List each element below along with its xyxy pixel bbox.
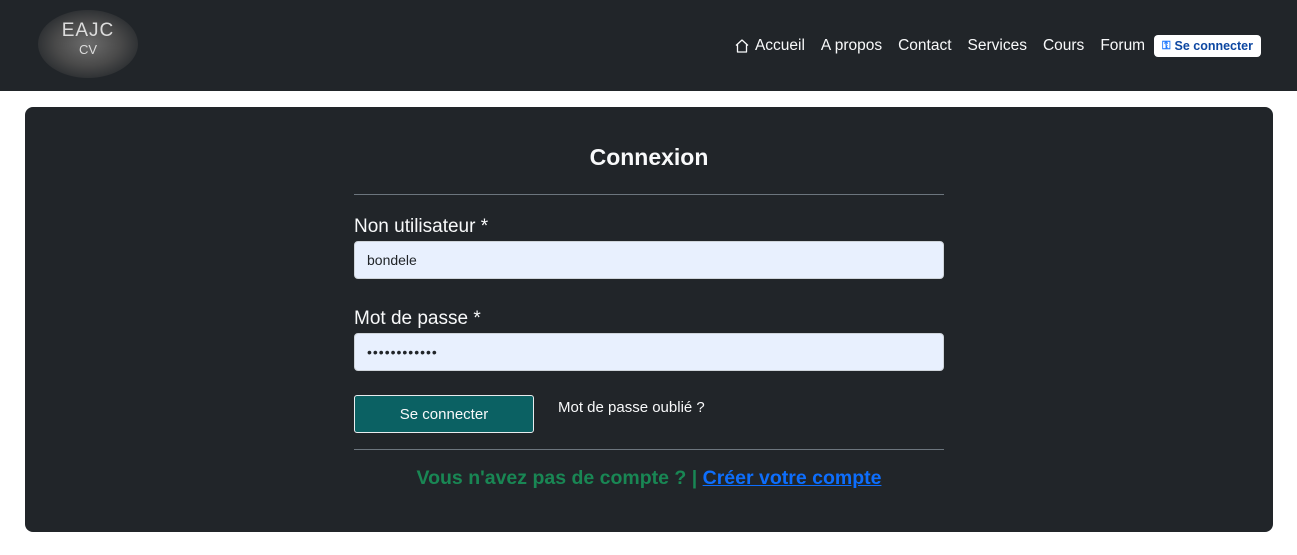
nav-item-cours[interactable]: Cours bbox=[1043, 37, 1084, 55]
brand-line1: EAJC bbox=[61, 20, 115, 41]
submit-button[interactable]: Se connecter bbox=[354, 395, 534, 433]
nav-item-label: Forum bbox=[1100, 37, 1146, 54]
signup-line: Vous n'avez pas de compte ? | Créer votr… bbox=[354, 467, 944, 490]
brand-logo[interactable]: EAJC CV bbox=[38, 10, 138, 78]
brand-line2: CV bbox=[78, 42, 98, 57]
form-title: Connexion bbox=[589, 144, 709, 170]
nav-item-apropos[interactable]: A propos bbox=[821, 37, 882, 55]
nav-item-label: A propos bbox=[820, 37, 883, 54]
username-label: Non utilisateur * bbox=[354, 216, 489, 237]
divider-top bbox=[354, 194, 944, 195]
nav-item-label: Cours bbox=[1042, 37, 1085, 54]
nav-login-button[interactable]: ⚿ Se connecter bbox=[1154, 35, 1261, 57]
username-input[interactable] bbox=[354, 241, 944, 279]
nav-item-services[interactable]: Services bbox=[968, 37, 1027, 55]
main-nav: Accueil A propos Contact Services Cours … bbox=[734, 33, 1261, 59]
nav-item-forum[interactable]: Forum bbox=[1100, 37, 1145, 55]
login-card: Connexion Non utilisateur * Mot de passe… bbox=[25, 107, 1273, 532]
nav-item-label: Accueil bbox=[754, 37, 805, 54]
nav-login-label: Se connecter bbox=[1174, 39, 1253, 53]
nav-item-label: Contact bbox=[898, 37, 952, 54]
signup-question: Vous n'avez pas de compte ? bbox=[416, 467, 687, 489]
create-account-link[interactable]: Créer votre compte bbox=[703, 467, 882, 489]
password-input[interactable] bbox=[354, 333, 944, 371]
key-icon: ⚿ bbox=[1162, 39, 1171, 52]
home-icon bbox=[735, 39, 749, 53]
signup-separator: | bbox=[691, 467, 698, 489]
top-navbar: EAJC CV Accueil A propos Contact Service… bbox=[0, 0, 1297, 91]
nav-item-contact[interactable]: Contact bbox=[898, 37, 951, 55]
divider-bottom bbox=[354, 449, 944, 450]
nav-item-accueil[interactable]: Accueil bbox=[734, 37, 805, 55]
nav-item-label: Services bbox=[967, 37, 1027, 54]
password-label: Mot de passe * bbox=[354, 308, 481, 329]
forgot-password-link[interactable]: Mot de passe oublié ? bbox=[558, 399, 705, 416]
